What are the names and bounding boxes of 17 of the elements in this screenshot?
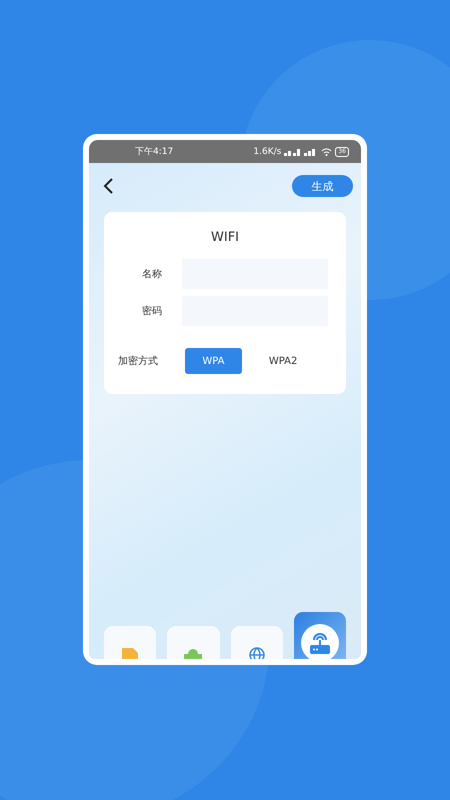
file-icon (120, 646, 140, 659)
generate-button[interactable]: 生成 (292, 175, 353, 197)
encryption-option[interactable]: WPA (184, 348, 242, 374)
back-icon[interactable] (103, 178, 113, 194)
tool-tile[interactable] (230, 626, 283, 659)
status-time: 下午4:17 (135, 146, 174, 158)
tool-tile[interactable] (104, 626, 156, 659)
encryption-label: 加密方式 (118, 354, 159, 368)
field-label: 密码 (141, 304, 163, 318)
tool-tile[interactable] (167, 626, 220, 659)
globe-icon (248, 646, 266, 659)
form-title: WIFI (211, 230, 239, 245)
field-label: 名称 (141, 268, 163, 281)
tool-tile[interactable] (294, 612, 346, 659)
encryption-option[interactable]: WPA2 (254, 348, 312, 374)
network-speed: 1.6K/s (253, 146, 282, 156)
wifi-icon (321, 148, 332, 156)
